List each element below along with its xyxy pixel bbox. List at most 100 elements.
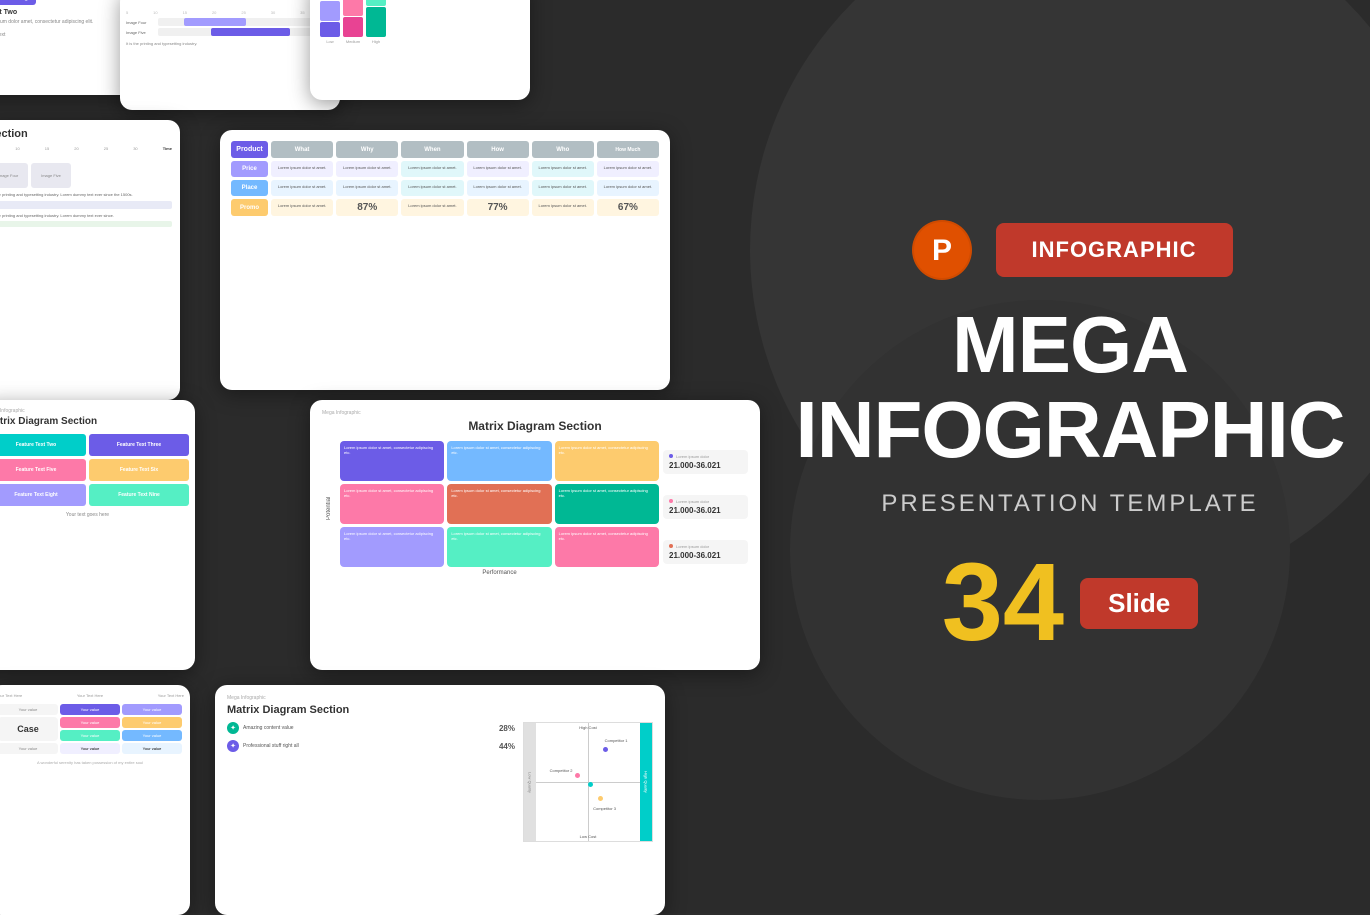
bl-cell-4a: Your value [60, 743, 120, 754]
header-what: What [271, 141, 333, 158]
slide-card-matrix-left: Mega Infographic Matrix Diagram Section … [0, 400, 195, 670]
q-label-competitor3: Competitor 3 [593, 806, 616, 811]
bc-icon-2: ✦ [227, 740, 239, 752]
stat-label-3: Lorem ipsum dolor [669, 544, 742, 549]
gantt-label-1: Image Four [126, 20, 156, 25]
q-dot-competitor2 [575, 773, 580, 778]
stat-value-2: 21.000-36.021 [669, 506, 742, 515]
q-dot-competitor3 [598, 796, 603, 801]
row-promo: Promo [231, 199, 268, 216]
stat-label-1: Lorem ipsum dolor [669, 454, 742, 459]
row-price: Price [231, 161, 268, 177]
mbox-1: Lorem ipsum dolor st amet, consectetur a… [340, 441, 444, 481]
gantt-label-2: Image Five [126, 30, 156, 35]
place-how: Lorem ipsum dolor st amet. [467, 180, 529, 196]
matrix-cell-4: Feature Text Six [89, 459, 189, 481]
row-place: Place [231, 180, 268, 196]
bar-label-low: Low [326, 39, 333, 44]
place-howmuch: Lorem ipsum dolor st amet. [597, 180, 659, 196]
slide-card-scatter: Mega Infographic Matrix Diagram Section … [215, 685, 665, 915]
main-title-mega: MEGA [952, 305, 1188, 385]
gantt-desc: It is the printing and typesetting indus… [126, 41, 334, 46]
slide-card-section: Section 51015202530 Time Task Image Four… [0, 120, 180, 400]
powerpoint-icon: P [908, 215, 978, 285]
section-bar [0, 201, 172, 209]
bl-cell-3a: Your value [60, 730, 120, 741]
price-what: Lorem ipsum dolor st amet. [271, 161, 333, 177]
bc-pct-2: 44% [499, 742, 515, 751]
image-five: Image Five [31, 163, 71, 188]
header-howmuch: How Much [597, 141, 659, 158]
bc-icon-1: ✦ [227, 722, 239, 734]
q-dot-us [588, 782, 593, 787]
bc-stat-text-2: Professional stuff right all [243, 743, 495, 749]
image-four: Image Four [0, 163, 28, 188]
place-when: Lorem ipsum dolor st amet. [401, 180, 463, 196]
bc-stat-text-1: Amazing content value [243, 725, 495, 731]
mbox-5: Lorem ipsum dolor st amet, consectetur a… [447, 484, 551, 524]
case-cell: Case [0, 717, 58, 741]
bl-cell-1b: Your value [122, 704, 182, 715]
slide-count-row: 34 Slide [942, 548, 1199, 658]
bl-cell-3b: Your value [122, 730, 182, 741]
q-label-low-cost: Low Cost [580, 834, 597, 839]
section-timeline-task: Task [0, 155, 172, 160]
q-label-competitor2: Competitor 2 [550, 768, 573, 773]
bar-label-high: High [372, 39, 380, 44]
slide-badge: Slide [1080, 578, 1198, 629]
matrix-footer: Your text goes here [0, 512, 189, 518]
matrix-cell-1: Feature Text Two [0, 434, 86, 456]
bl-cell-4b: Your value [122, 743, 182, 754]
place-what: Lorem ipsum dolor st amet. [271, 180, 333, 196]
place-why: Lorem ipsum dolor st amet. [336, 180, 398, 196]
bl-header: Your Text HereYour Text HereYour Text He… [0, 693, 184, 698]
header-why: Why [336, 141, 398, 158]
bl-footer: A wonderful serenity has taken possessio… [0, 760, 184, 765]
bc-title: Matrix Diagram Section [227, 704, 653, 716]
bl-cell-1a: Your value [60, 704, 120, 715]
mbox-8: Lorem ipsum dolor st amet, consectetur a… [447, 527, 551, 567]
price-how: Lorem ipsum dolor st amet. [467, 161, 529, 177]
price-when: Lorem ipsum dolor st amet. [401, 161, 463, 177]
main-title-infographic: INFOGRAPHIC [796, 390, 1345, 470]
harmonize-btn: Harmonizing [0, 0, 36, 5]
header-product: Product [231, 141, 268, 158]
bl-row-label-1: Your value [0, 704, 58, 715]
right-panel: P INFOGRAPHIC MEGA INFOGRAPHIC PRESENTAT… [770, 0, 1370, 913]
matrix-cell-5: Feature Text Eight [0, 484, 86, 506]
stat-value-1: 21.000-36.021 [669, 461, 742, 470]
q-dot-competitor1 [603, 747, 608, 752]
slide-card-barchart: Insert Value Here Low Medium [310, 0, 530, 100]
mbox-7: Lorem ipsum dolor st amet, consectetur a… [340, 527, 444, 567]
slide-card-case: Your Text HereYour Text HereYour Text He… [0, 685, 190, 915]
bc-pct-1: 28% [499, 724, 515, 733]
stat-row-2: Lorem ipsum dolor 21.000-36.021 [663, 495, 748, 519]
quadrant-chart: High Cost Low Cost Competitor 1 Competit… [523, 722, 653, 842]
stat-row-3: Lorem ipsum dolor 21.000-36.021 [663, 540, 748, 564]
bar-label-medium: Medium [346, 39, 360, 44]
promo-when: Lorem ipsum dolor st amet. [401, 199, 463, 216]
matrix-cell-2: Feature Text Three [89, 434, 189, 456]
slide-card-matrix-center: Mega Infographic Matrix Diagram Section … [310, 400, 760, 670]
mbox-9: Lorem ipsum dolor st amet, consectetur a… [555, 527, 659, 567]
header-how: How [467, 141, 529, 158]
promo-pct3: 67% [597, 199, 659, 216]
right-panel-content: P INFOGRAPHIC MEGA INFOGRAPHIC PRESENTAT… [796, 215, 1345, 658]
q-label-high-cost: High Cost [579, 725, 597, 730]
bc-brand: Mega Infographic [227, 695, 653, 701]
stat-label-2: Lorem ipsum dolor [669, 499, 742, 504]
presentation-template-label: PRESENTATION TEMPLATE [881, 490, 1258, 518]
slides-area: Harmonizing Project Two Lorem ipsum dolo… [0, 0, 760, 913]
stat-value-3: 21.000-36.021 [669, 551, 742, 560]
matrix-title-center: Matrix Diagram Section [322, 419, 748, 433]
promo-pct2: 77% [467, 199, 529, 216]
slide-card-timeline: Timeline Time 510152025303540 Image Four… [120, 0, 340, 110]
section-desc1: It is the printing and typesetting indus… [0, 192, 172, 198]
promo-what: Lorem ipsum dolor st amet. [271, 199, 333, 216]
section-bar2 [0, 221, 172, 227]
bc-stat-2: ✦ Professional stuff right all 44% [227, 740, 515, 752]
bl-row-label-4: Your value [0, 743, 58, 754]
section-title: Section [0, 128, 172, 140]
time-axis-label: Time [163, 146, 172, 151]
bc-stats: ✦ Amazing content value 28% ✦ Profession… [227, 722, 515, 842]
